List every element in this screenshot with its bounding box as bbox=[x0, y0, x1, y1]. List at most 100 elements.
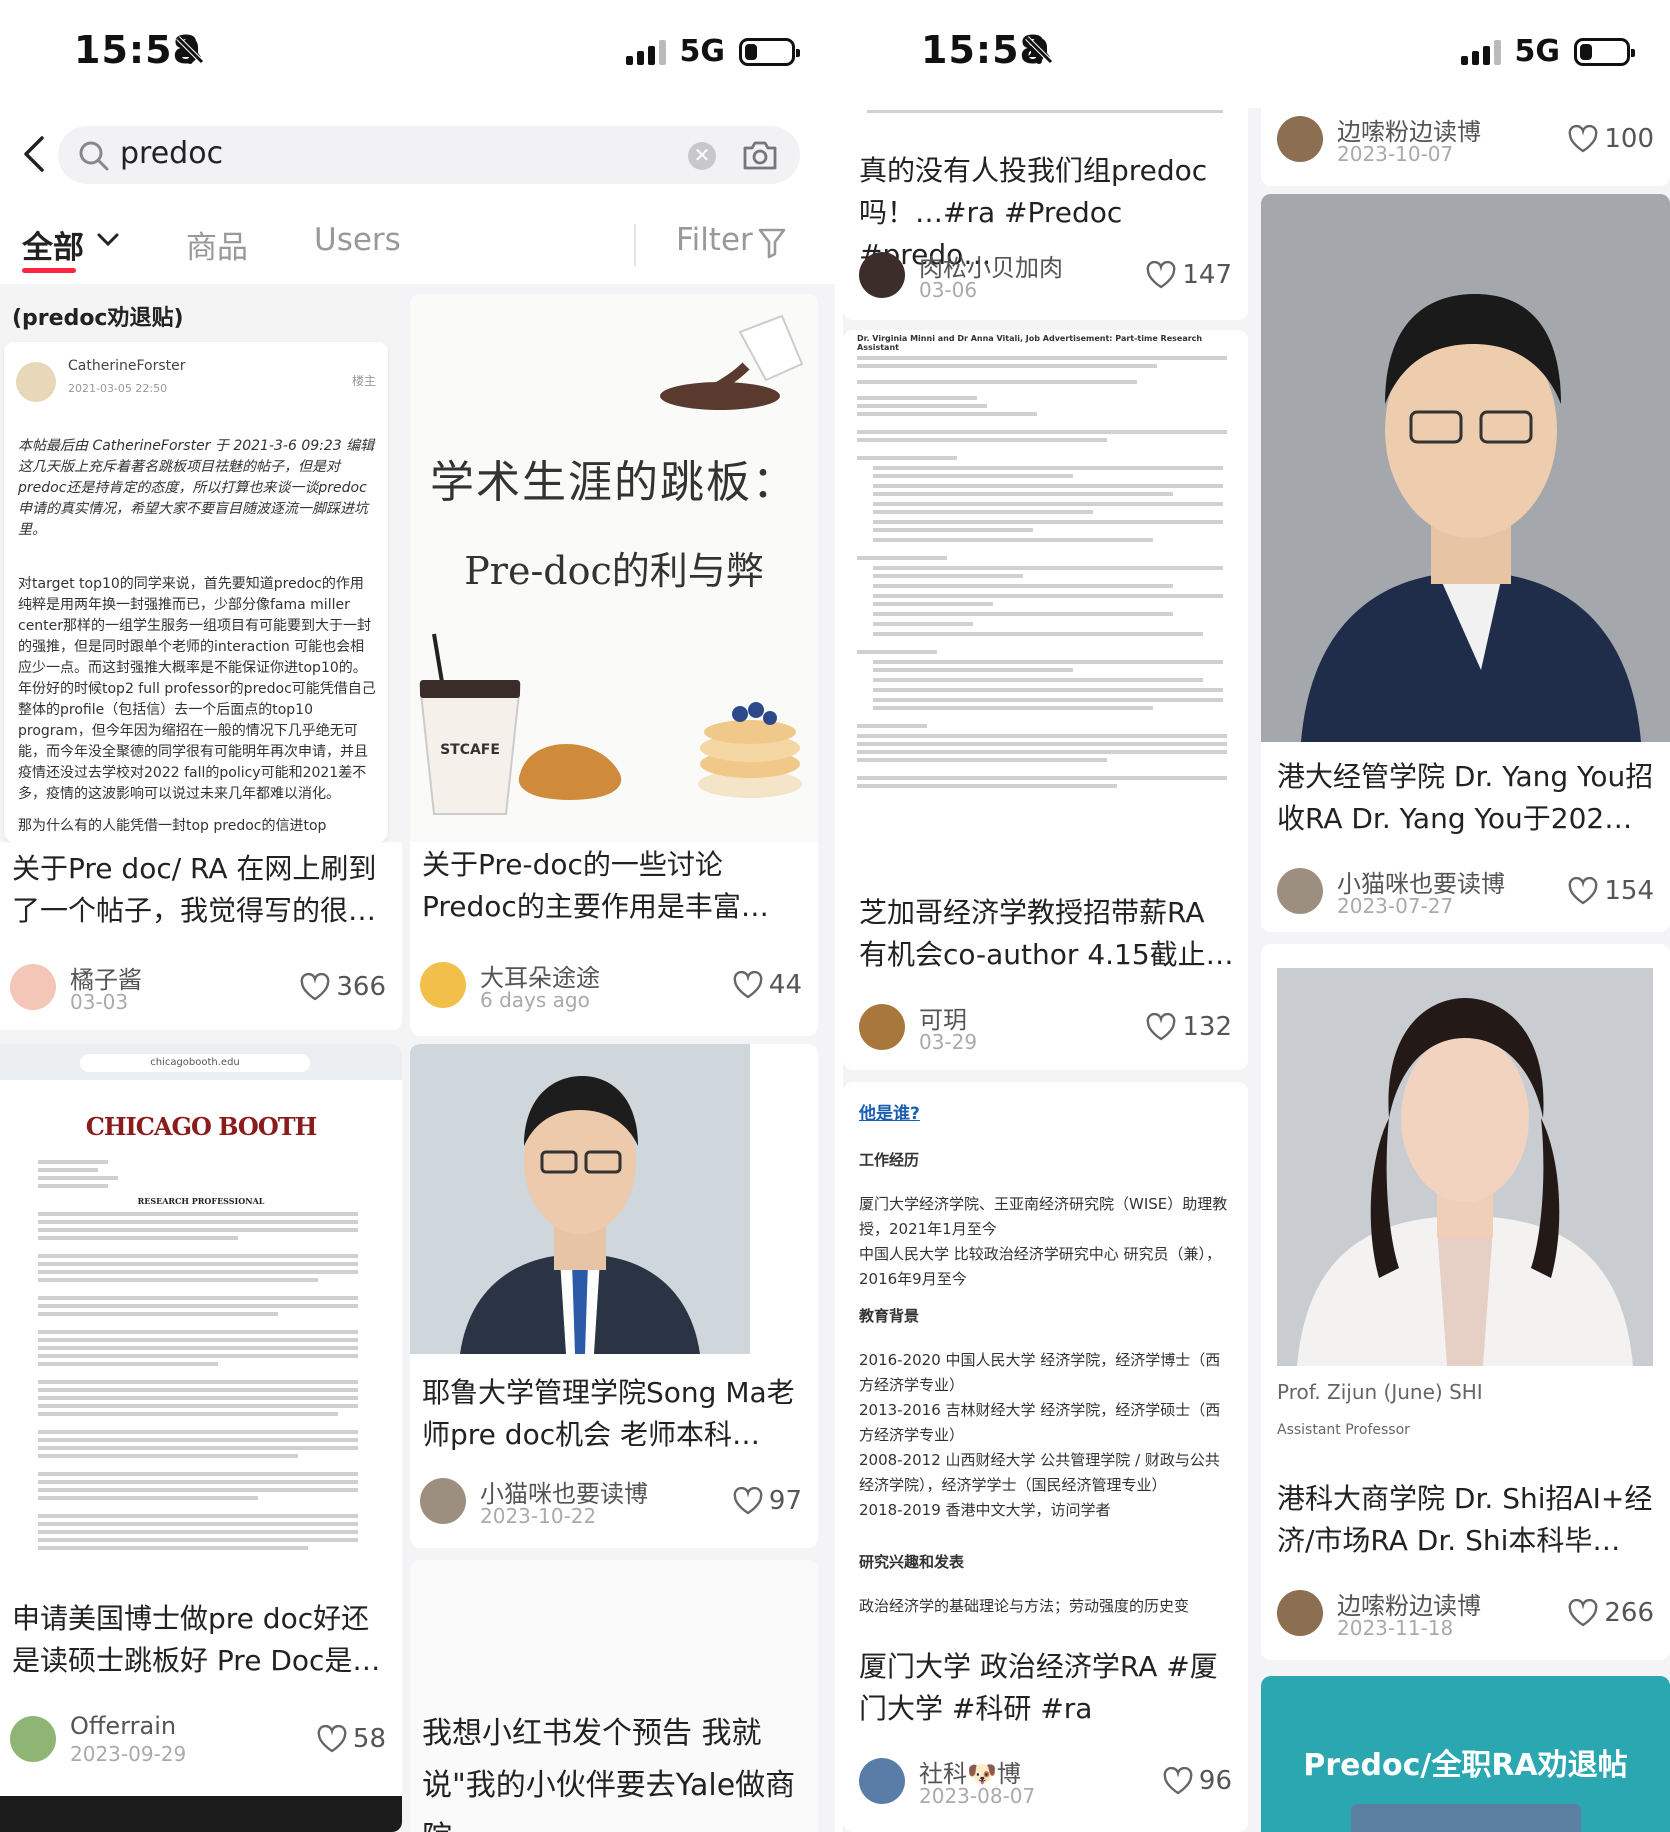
coffee-spill-illustration bbox=[660, 314, 804, 410]
resume-line: 中国人民大学 比较政治经济学研究中心 研究员（兼），2016年9月至今 bbox=[859, 1245, 1222, 1288]
avatar[interactable] bbox=[420, 1478, 466, 1524]
search-input[interactable]: predoc ✕ bbox=[58, 126, 800, 184]
heart-icon bbox=[1568, 1599, 1598, 1627]
avatar[interactable] bbox=[10, 964, 56, 1010]
post-date: 2023-11-18 bbox=[1337, 1616, 1454, 1640]
note-card[interactable]: Dr. Virginia Minni and Dr Anna Vitali, J… bbox=[843, 330, 1248, 1070]
note-card[interactable]: 真的没有人投我们组predoc吗！…#ra #Predoc #predo… 肉松… bbox=[843, 108, 1248, 320]
like-count: 154 bbox=[1604, 876, 1654, 906]
card-meta: 大耳朵途途 6 days ago 44 bbox=[420, 958, 806, 1014]
avatar[interactable] bbox=[420, 962, 466, 1008]
like-button[interactable]: 97 bbox=[733, 1486, 802, 1516]
card-title: 关于Pre-doc的一些讨论 Predoc的主要作用是丰富… bbox=[422, 848, 769, 923]
clear-icon[interactable]: ✕ bbox=[688, 142, 716, 170]
post-date: 03-06 bbox=[919, 278, 978, 302]
card-title: 关于Pre doc/ RA 在网上刷到了一个帖子，我觉得写的很… bbox=[12, 852, 377, 927]
card-title: 耶鲁大学管理学院Song Ma老师pre doc机会 老师本科… bbox=[422, 1376, 795, 1451]
note-card[interactable]: 港大经管学院 Dr. Yang You招收RA Dr. Yang You于202… bbox=[1261, 194, 1670, 932]
note-card[interactable]: 边嗦粉边读博 2023-10-07 100 bbox=[1261, 108, 1670, 186]
cup-label: STCAFE bbox=[440, 742, 500, 758]
resume-section: 教育背景 bbox=[859, 1307, 920, 1325]
card-meta: 社科🐶博 2023-08-07 96 bbox=[859, 1754, 1236, 1810]
network-type: 5G bbox=[1514, 34, 1561, 69]
note-card[interactable]: 耶鲁大学管理学院Song Ma老师pre doc机会 老师本科… 小猫咪也要读博… bbox=[410, 1044, 818, 1548]
avatar[interactable] bbox=[1277, 868, 1323, 914]
like-button[interactable]: 154 bbox=[1568, 876, 1654, 906]
avatar[interactable] bbox=[10, 1716, 56, 1762]
like-button[interactable]: 96 bbox=[1163, 1766, 1232, 1796]
avatar[interactable] bbox=[1277, 1590, 1323, 1636]
card-meta: 边嗦粉边读博 2023-10-07 100 bbox=[1277, 112, 1658, 168]
resume-heading: 他是谁? bbox=[859, 1104, 920, 1124]
note-card[interactable]: (predoc劝退贴) CatherineForster 2021-03-05 … bbox=[0, 286, 402, 1030]
avatar[interactable] bbox=[859, 1004, 905, 1050]
filter-button[interactable]: Filter bbox=[676, 222, 753, 258]
like-button[interactable]: 100 bbox=[1568, 124, 1654, 154]
filter-icon[interactable] bbox=[758, 226, 786, 260]
forum-user: CatherineForster bbox=[68, 358, 186, 374]
heart-icon bbox=[300, 973, 330, 1001]
camera-icon[interactable] bbox=[742, 138, 778, 172]
doc-header: Dr. Virginia Minni and Dr Anna Vitali, J… bbox=[857, 334, 1203, 352]
card-title: 厦门大学 政治经济学RA #厦门大学 #科研 #ra bbox=[859, 1650, 1218, 1725]
card-title: 芝加哥经济学教授招带薪RA 有机会co-author 4.15截止… bbox=[859, 896, 1234, 971]
like-count: 147 bbox=[1182, 260, 1232, 290]
like-count: 100 bbox=[1604, 124, 1654, 154]
note-card[interactable]: chicagobooth.edu CHICAGO BOOTH RESEARCH … bbox=[0, 1044, 402, 1832]
post-date: 2023-09-29 bbox=[70, 1742, 187, 1766]
like-button[interactable]: 132 bbox=[1146, 1012, 1232, 1042]
tab-all[interactable]: 全部 bbox=[22, 222, 84, 267]
post-date: 6 days ago bbox=[480, 988, 590, 1012]
tab-products[interactable]: 商品 bbox=[186, 222, 248, 267]
heart-icon bbox=[1568, 125, 1598, 153]
like-button[interactable]: 147 bbox=[1146, 260, 1232, 290]
like-button[interactable]: 266 bbox=[1568, 1598, 1654, 1628]
breakfast-illustration: STCAFE bbox=[418, 633, 802, 815]
forum-paragraph: 本帖最后由 CatherineForster 于 2021-3-6 09:23 … bbox=[18, 438, 375, 538]
post-date: 03-03 bbox=[70, 990, 129, 1014]
signal-icon bbox=[625, 39, 666, 65]
card-meta: 小猫咪也要读博 2023-07-27 154 bbox=[1277, 864, 1658, 920]
forum-tag: 楼主 bbox=[351, 374, 376, 388]
cover-title-line1: 学术生涯的跳板： bbox=[430, 457, 798, 508]
note-card[interactable]: 他是谁? 工作经历 厦门大学经济学院、王亚南经济研究院（WISE）助理教授，20… bbox=[843, 1082, 1248, 1832]
bell-off-icon bbox=[1025, 36, 1053, 64]
like-button[interactable]: 44 bbox=[733, 970, 802, 1000]
note-card[interactable]: Prof. Zijun (June) SHI Assistant Profess… bbox=[1261, 944, 1670, 1660]
note-card[interactable]: Predoc/全职RA劝退帖 bbox=[1261, 1676, 1670, 1832]
like-count: 44 bbox=[768, 970, 802, 1000]
card-cover-image bbox=[410, 1044, 818, 1354]
like-count: 97 bbox=[768, 1486, 802, 1516]
bell-off-icon bbox=[176, 36, 204, 64]
back-icon[interactable] bbox=[18, 132, 48, 176]
card-meta: 肉松小贝加肉 03-06 147 bbox=[859, 248, 1236, 304]
active-tab-indicator bbox=[22, 268, 76, 273]
resume-section: 工作经历 bbox=[859, 1151, 920, 1169]
battery-icon bbox=[739, 37, 800, 66]
chevron-down-icon[interactable] bbox=[96, 232, 120, 248]
tab-users[interactable]: Users bbox=[314, 222, 401, 258]
avatar[interactable] bbox=[859, 252, 905, 298]
forum-time: 2021-03-05 22:50 bbox=[68, 382, 168, 395]
heart-icon bbox=[1146, 1013, 1176, 1041]
avatar[interactable] bbox=[1277, 116, 1323, 162]
card-title: 我想小红书发个预告 我就说"我的小伙伴要去Yale做商院 bbox=[422, 1716, 796, 1832]
like-count: 96 bbox=[1198, 1766, 1232, 1796]
screen-divider bbox=[835, 0, 843, 1832]
resume-line: 2013-2016 吉林财经大学 经济学院，经济学硕士（西方经济学专业） bbox=[859, 1401, 1221, 1444]
like-button[interactable]: 58 bbox=[317, 1724, 386, 1754]
note-card[interactable]: 学术生涯的跳板： Pre-doc的利与弊 STCAFE 关于Pre-doc的一些… bbox=[410, 294, 818, 1036]
forum-avatar bbox=[16, 362, 56, 402]
card-cover-image: 学术生涯的跳板： Pre-doc的利与弊 STCAFE bbox=[410, 294, 818, 842]
network-type: 5G bbox=[679, 34, 726, 69]
author-name[interactable]: Offerrain bbox=[70, 1712, 176, 1740]
avatar[interactable] bbox=[859, 1758, 905, 1804]
battery-icon bbox=[1574, 37, 1635, 66]
photo-caption-name: Prof. Zijun (June) SHI bbox=[1277, 1380, 1483, 1404]
like-button[interactable]: 366 bbox=[300, 972, 386, 1002]
note-card[interactable]: 我想小红书发个预告 我就说"我的小伙伴要去Yale做商院 bbox=[410, 1560, 818, 1832]
like-count: 366 bbox=[336, 972, 386, 1002]
post-date: 2023-08-07 bbox=[919, 1784, 1036, 1808]
like-count: 266 bbox=[1604, 1598, 1654, 1628]
browser-url: chicagobooth.edu bbox=[80, 1054, 310, 1072]
